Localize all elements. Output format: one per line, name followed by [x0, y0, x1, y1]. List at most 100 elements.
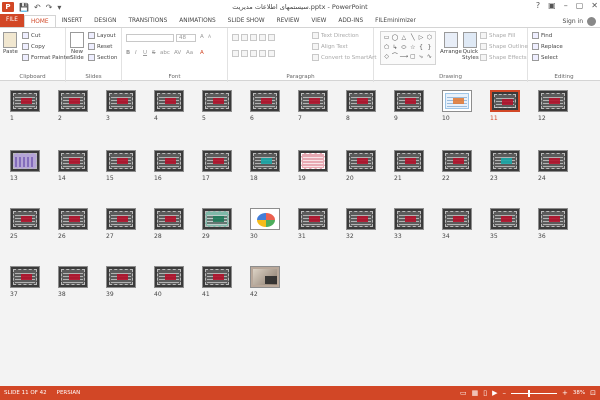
slide-thumbnail[interactable]: [538, 150, 568, 172]
replace-button[interactable]: Replace: [532, 43, 563, 50]
tab-design[interactable]: DESIGN: [88, 15, 122, 27]
shapes-gallery[interactable]: ▭ ◯ △ ╲ ▷ ⬡ ⬠ ↳ ⬭ ☆ { } ◇ ⌒ ⟶ ▢ ⤷ ∿: [380, 31, 436, 65]
slide-thumbnail[interactable]: [490, 90, 520, 112]
slide-thumbnail[interactable]: [490, 150, 520, 172]
slide-thumbnail[interactable]: [58, 150, 88, 172]
shape-outline-button[interactable]: Shape Outline: [480, 43, 528, 50]
minimize-button[interactable]: –: [564, 1, 568, 10]
slide-thumbnail[interactable]: [202, 90, 232, 112]
copy-button[interactable]: Copy: [22, 43, 45, 50]
slide-thumbnail[interactable]: [538, 208, 568, 230]
rectangle-shape-icon[interactable]: ▭: [383, 34, 390, 43]
quick-styles-button[interactable]: Quick Styles: [462, 32, 479, 61]
slide-thumbnail[interactable]: [58, 90, 88, 112]
wave-shape-icon[interactable]: ∿: [426, 53, 433, 62]
layout-button[interactable]: Layout: [88, 32, 116, 39]
slide-thumbnail[interactable]: [154, 90, 184, 112]
fit-slide-icon[interactable]: ⊡: [590, 389, 596, 397]
slide-thumbnail[interactable]: [442, 208, 472, 230]
slide-thumbnail[interactable]: [202, 150, 232, 172]
slide-sorter-icon[interactable]: ▦: [472, 389, 479, 397]
restore-button[interactable]: ▢: [576, 1, 584, 10]
section-button[interactable]: Section: [88, 54, 117, 61]
slide-thumbnail[interactable]: [58, 266, 88, 288]
ribbon-display-options-icon[interactable]: ▣: [548, 1, 556, 10]
right-brace-shape-icon[interactable]: }: [426, 44, 433, 53]
tab-slide-show[interactable]: SLIDE SHOW: [222, 15, 271, 27]
arrow-shape-icon[interactable]: ▷: [417, 34, 424, 43]
new-slide-button[interactable]: New Slide: [70, 32, 84, 61]
grow-font-button[interactable]: A: [200, 34, 204, 40]
find-button[interactable]: Find: [532, 32, 552, 39]
help-icon[interactable]: ?: [536, 1, 540, 10]
slide-thumbnail[interactable]: [10, 90, 40, 112]
save-icon[interactable]: 💾: [19, 3, 29, 12]
line-shape-icon[interactable]: ╲: [409, 34, 416, 43]
align-buttons[interactable]: [232, 50, 275, 57]
slide-thumbnail[interactable]: [106, 150, 136, 172]
curved-arrow-shape-icon[interactable]: ⤷: [417, 53, 424, 62]
zoom-level[interactable]: 38%: [573, 390, 585, 396]
language-indicator[interactable]: PERSIAN: [57, 390, 81, 396]
slide-thumbnail[interactable]: [346, 150, 376, 172]
tab-file[interactable]: FILE: [0, 14, 24, 27]
shape-fill-button[interactable]: Shape Fill: [480, 32, 515, 39]
cut-button[interactable]: Cut: [22, 32, 40, 39]
align-text-button[interactable]: Align Text: [312, 43, 348, 50]
underline-button[interactable]: U: [143, 50, 147, 56]
tab-insert[interactable]: INSERT: [56, 15, 89, 27]
tab-review[interactable]: REVIEW: [271, 15, 306, 27]
close-button[interactable]: ✕: [591, 1, 598, 10]
tab-home[interactable]: HOME: [23, 15, 56, 27]
slide-thumbnail[interactable]: [250, 90, 280, 112]
tab-animations[interactable]: ANIMATIONS: [173, 15, 221, 27]
slide-thumbnail[interactable]: [250, 208, 280, 230]
slide-thumbnail[interactable]: [394, 208, 424, 230]
sign-in[interactable]: Sign in: [563, 17, 596, 26]
text-direction-button[interactable]: Text Direction: [312, 32, 359, 39]
diamond-shape-icon[interactable]: ◇: [383, 53, 390, 62]
slide-thumbnail[interactable]: [154, 208, 184, 230]
reset-button[interactable]: Reset: [88, 43, 112, 50]
slide-thumbnail[interactable]: [202, 208, 232, 230]
rounded-rect-shape-icon[interactable]: ▢: [409, 53, 416, 62]
normal-view-icon[interactable]: ▭: [460, 389, 467, 397]
slide-thumbnail[interactable]: [202, 266, 232, 288]
slide-thumbnail[interactable]: [394, 90, 424, 112]
slide-thumbnail[interactable]: [346, 208, 376, 230]
font-size-dropdown[interactable]: 48: [176, 34, 196, 42]
strikethrough-button[interactable]: S: [152, 50, 156, 56]
change-case-button[interactable]: Aa: [186, 50, 193, 56]
slide-thumbnail[interactable]: [10, 150, 40, 172]
zoom-slider[interactable]: [511, 389, 558, 397]
character-spacing-button[interactable]: AV: [174, 50, 181, 56]
tab-fileminimizer[interactable]: FILEminimizer: [369, 15, 422, 27]
slide-thumbnail[interactable]: [394, 150, 424, 172]
pentagon-shape-icon[interactable]: ⬠: [383, 44, 390, 53]
slide-thumbnail[interactable]: [106, 266, 136, 288]
hexagon-shape-icon[interactable]: ⬡: [426, 34, 433, 43]
slide-thumbnail[interactable]: [346, 90, 376, 112]
slide-thumbnail[interactable]: [10, 208, 40, 230]
slide-thumbnail[interactable]: [10, 266, 40, 288]
ellipse-shape-icon[interactable]: ⬭: [400, 44, 409, 53]
zoom-in-button[interactable]: +: [562, 389, 568, 397]
redo-icon[interactable]: ↷: [46, 3, 53, 12]
star-shape-icon[interactable]: ☆: [409, 44, 416, 53]
format-painter-button[interactable]: Format Painter: [22, 54, 71, 61]
slide-thumbnail[interactable]: [106, 90, 136, 112]
reading-view-icon[interactable]: ▯: [483, 389, 487, 397]
arrange-button[interactable]: Arrange: [440, 32, 462, 55]
convert-to-smartart-button[interactable]: Convert to SmartArt: [312, 54, 377, 61]
slide-thumbnail[interactable]: [442, 150, 472, 172]
italic-button[interactable]: I: [135, 50, 137, 56]
triangle-shape-icon[interactable]: △: [400, 34, 409, 43]
slide-thumbnail[interactable]: [442, 90, 472, 112]
zoom-slider-thumb[interactable]: [528, 389, 531, 397]
arc-shape-icon[interactable]: ⌒: [391, 53, 398, 62]
font-color-button[interactable]: A: [200, 50, 204, 56]
bold-button[interactable]: B: [126, 50, 130, 56]
paste-button[interactable]: Paste: [3, 32, 18, 55]
oval-shape-icon[interactable]: ◯: [391, 34, 399, 43]
shrink-font-button[interactable]: A: [208, 35, 211, 40]
